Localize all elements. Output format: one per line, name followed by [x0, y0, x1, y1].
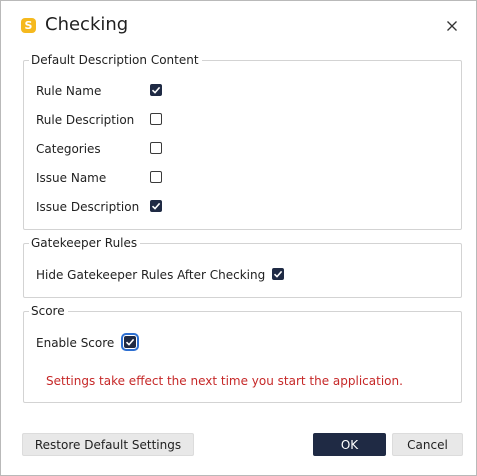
- group-title-score: Score: [29, 303, 68, 319]
- close-icon: [447, 21, 457, 31]
- restart-notice: Settings take effect the next time you s…: [46, 374, 403, 388]
- option-rule-name: Rule Name: [36, 80, 101, 100]
- issue-description-checkbox[interactable]: [150, 200, 162, 212]
- option-label: Rule Description: [36, 112, 135, 127]
- checkmark-icon: [125, 338, 135, 346]
- group-score: Score Enable Score Settings take effect …: [23, 303, 462, 403]
- group-title-description: Default Description Content: [29, 52, 202, 68]
- title-bar: S Checking: [1, 1, 476, 49]
- option-label: Issue Description: [36, 199, 140, 214]
- hide-gatekeeper-rules-checkbox[interactable]: [272, 268, 284, 280]
- dialog-title: Checking: [45, 14, 129, 35]
- cancel-button[interactable]: Cancel: [392, 433, 463, 456]
- option-issue-description: Issue Description: [36, 196, 139, 216]
- app-logo-icon: S: [21, 18, 36, 33]
- checking-dialog: S Checking Default Description Content R…: [0, 0, 477, 476]
- issue-name-checkbox[interactable]: [150, 171, 162, 183]
- option-label: Enable Score: [36, 335, 115, 350]
- checkmark-icon: [151, 202, 161, 210]
- close-button[interactable]: [441, 15, 463, 37]
- checkmark-icon: [151, 86, 161, 94]
- restore-default-settings-button[interactable]: Restore Default Settings: [22, 433, 194, 456]
- option-enable-score: Enable Score: [36, 332, 114, 352]
- enable-score-checkbox[interactable]: [121, 333, 139, 351]
- option-label: Categories: [36, 141, 101, 156]
- option-categories: Categories: [36, 138, 101, 158]
- group-title-gatekeeper: Gatekeeper Rules: [29, 235, 141, 251]
- group-default-description-content: Default Description Content Rule Name Ru…: [23, 52, 462, 230]
- option-rule-description: Rule Description: [36, 109, 134, 129]
- option-issue-name: Issue Name: [36, 167, 106, 187]
- option-label: Issue Name: [36, 170, 107, 185]
- categories-checkbox[interactable]: [150, 142, 162, 154]
- option-label: Hide Gatekeeper Rules After Checking: [36, 267, 266, 282]
- rule-description-checkbox[interactable]: [150, 113, 162, 125]
- group-gatekeeper-rules: Gatekeeper Rules Hide Gatekeeper Rules A…: [23, 235, 462, 298]
- ok-button[interactable]: OK: [313, 433, 386, 456]
- option-label: Rule Name: [36, 83, 102, 98]
- rule-name-checkbox[interactable]: [150, 84, 162, 96]
- option-hide-gatekeeper-rules: Hide Gatekeeper Rules After Checking: [36, 264, 265, 284]
- checkmark-icon: [273, 270, 283, 278]
